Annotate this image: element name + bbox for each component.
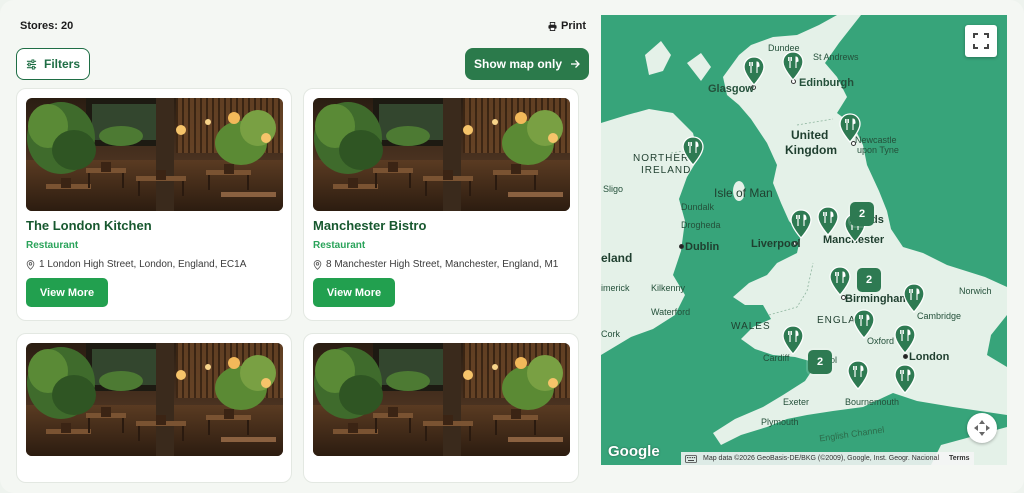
google-logo: Google <box>608 443 660 460</box>
map-label: Drogheda <box>681 220 721 230</box>
map-label: imerick <box>601 283 630 293</box>
marker-cluster[interactable]: 2 <box>857 268 881 292</box>
map-label: Liverpool <box>751 238 801 250</box>
store-card: The London Kitchen Restaurant 1 London H… <box>16 88 292 321</box>
keyboard-icon[interactable] <box>685 454 697 463</box>
fullscreen-button[interactable] <box>965 25 997 57</box>
attribution-text: Map data ©2026 GeoBasis-DE/BKG (©2009), … <box>703 455 939 462</box>
map-label: IRELAND <box>641 165 692 176</box>
restaurant-pin[interactable] <box>790 209 812 239</box>
view-more-button[interactable]: View More <box>26 278 108 307</box>
map-label: Kingdom <box>785 143 837 157</box>
map[interactable]: Dundee St Andrews Glasgow Edinburgh Unit… <box>601 15 1007 465</box>
map-label: Dundalk <box>681 202 715 212</box>
restaurant-pin[interactable] <box>894 364 916 394</box>
map-label: Sligo <box>603 184 624 194</box>
map-label: Kilkenny <box>651 283 686 293</box>
store-name: Manchester Bistro <box>313 218 427 233</box>
show-map-only-button[interactable]: Show map only <box>465 48 589 80</box>
terms-link[interactable]: Terms <box>949 455 970 462</box>
marker-cluster[interactable]: 2 <box>850 202 874 226</box>
filters-button[interactable]: Filters <box>16 48 90 80</box>
restaurant-pin[interactable] <box>847 360 869 390</box>
print-button[interactable]: Print <box>548 20 586 32</box>
store-card <box>16 333 292 483</box>
printer-icon <box>548 21 557 31</box>
city-dot <box>679 244 684 249</box>
store-address-text: 8 Manchester High Street, Manchester, En… <box>326 259 559 270</box>
map-attribution: Map data ©2026 GeoBasis-DE/BKG (©2009), … <box>681 452 974 465</box>
store-list-panel: Stores: 20 Print Filters Show map only T… <box>0 0 600 493</box>
store-type: Restaurant <box>313 240 366 251</box>
map-label: St Andrews <box>813 52 859 62</box>
store-card: Manchester Bistro Restaurant 8 Mancheste… <box>303 88 579 321</box>
map-label: upon Tyne <box>857 145 899 155</box>
marker-cluster[interactable]: 2 <box>808 350 832 374</box>
map-label: Norwich <box>959 286 992 296</box>
sliders-icon <box>26 58 37 70</box>
restaurant-pin[interactable] <box>782 325 804 355</box>
store-photo <box>26 343 283 456</box>
map-label: Bournemouth <box>845 397 900 407</box>
print-label: Print <box>561 20 587 32</box>
store-address: 1 London High Street, London, England, E… <box>26 259 246 270</box>
map-label: WALES <box>731 321 771 332</box>
map-label: Newcastle <box>855 135 897 145</box>
location-pin-icon <box>26 259 35 270</box>
city-dot <box>903 354 908 359</box>
map-label: United <box>791 128 829 142</box>
store-type: Restaurant <box>26 240 79 251</box>
map-camera-control[interactable] <box>967 413 997 443</box>
fullscreen-icon <box>973 33 989 49</box>
restaurant-pin[interactable] <box>682 136 704 166</box>
store-name: The London Kitchen <box>26 218 152 233</box>
map-label: Exeter <box>783 397 810 407</box>
location-pin-icon <box>313 259 322 270</box>
restaurant-pin[interactable] <box>829 266 851 296</box>
map-label: ENGLA <box>817 315 856 326</box>
map-label: Dublin <box>685 241 720 253</box>
map-label: Cork <box>601 329 621 339</box>
restaurant-pin[interactable] <box>853 309 875 339</box>
move-arrows-icon <box>974 420 990 436</box>
store-card <box>303 333 579 483</box>
restaurant-pin[interactable] <box>782 51 804 81</box>
store-photo <box>26 98 283 211</box>
restaurant-pin[interactable] <box>903 283 925 313</box>
arrow-right-icon <box>571 60 580 68</box>
store-locator: Stores: 20 Print Filters Show map only T… <box>0 0 1024 493</box>
restaurant-pin[interactable] <box>743 56 765 86</box>
restaurant-pin[interactable] <box>894 324 916 354</box>
filters-label: Filters <box>43 57 80 71</box>
map-label: Edinburgh <box>799 77 854 89</box>
stores-count: Stores: 20 <box>20 20 74 32</box>
store-photo <box>313 343 570 456</box>
store-address: 8 Manchester High Street, Manchester, En… <box>313 259 558 270</box>
map-label: Isle of Man <box>714 186 773 200</box>
map-label: Waterford <box>651 307 691 317</box>
restaurant-pin[interactable] <box>839 113 861 143</box>
map-label: Plymouth <box>761 417 799 427</box>
store-photo <box>313 98 570 211</box>
show-map-label: Show map only <box>473 57 562 71</box>
view-more-button[interactable]: View More <box>313 278 395 307</box>
restaurant-pin[interactable] <box>817 206 839 236</box>
store-address-text: 1 London High Street, London, England, E… <box>39 259 247 270</box>
map-label: Birmingham <box>845 293 910 305</box>
map-label: eland <box>601 251 633 265</box>
